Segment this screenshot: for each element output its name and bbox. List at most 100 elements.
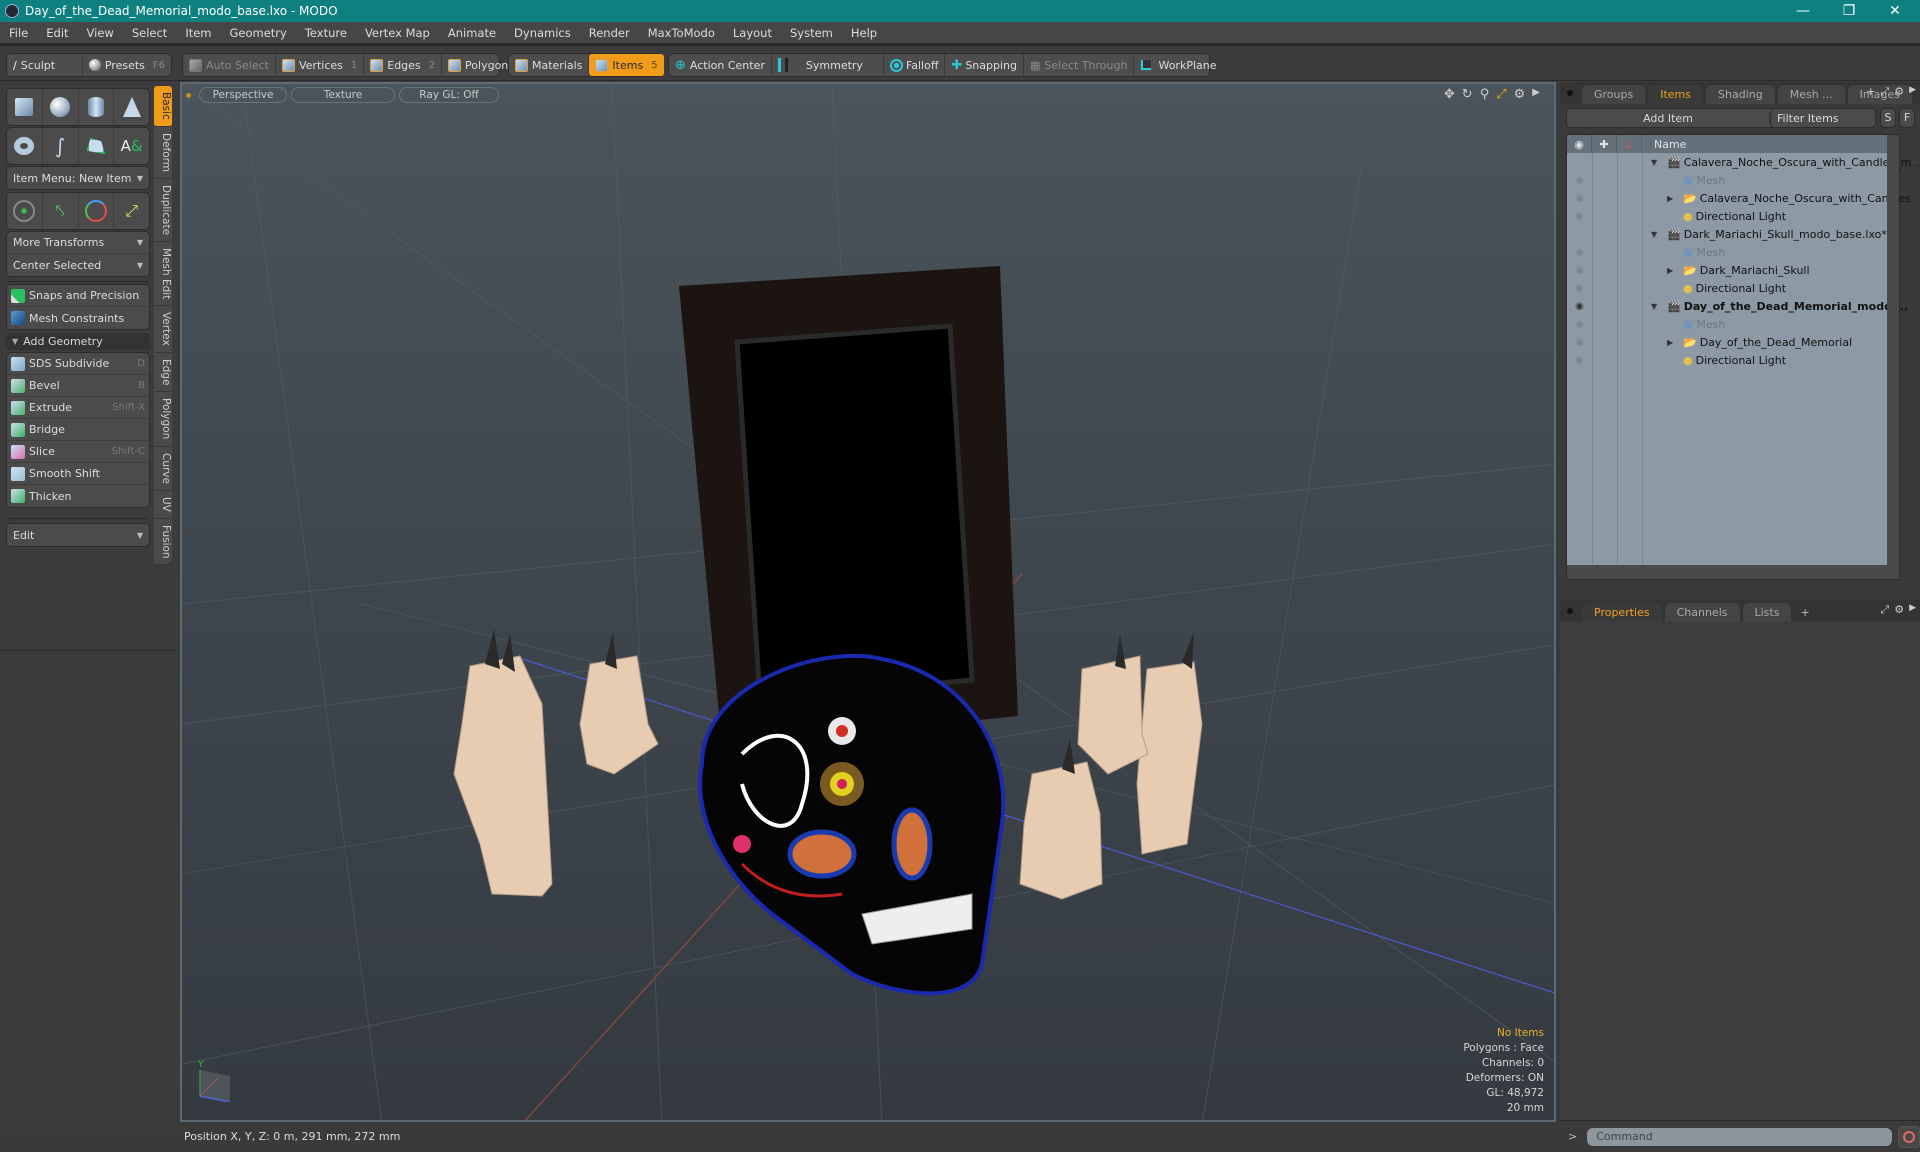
orbit-icon[interactable]: ↻ (1462, 87, 1473, 102)
item-row[interactable]: ◉ ● Directional Light (1567, 351, 1899, 369)
tab-channels[interactable]: Channels (1664, 603, 1740, 622)
pan-icon[interactable]: ✥ (1444, 87, 1455, 102)
more-transforms-dropdown[interactable]: More Transforms ▼ (7, 232, 149, 254)
item-row[interactable]: ▼ 🎬 Calavera_Noche_Oscura_with_Candles_m .… (1567, 153, 1920, 171)
visibility-eye-icon[interactable]: ◉ (1567, 193, 1592, 204)
edges-button[interactable]: Edges 2 (364, 54, 443, 76)
gear-icon[interactable]: ⚙ (1894, 85, 1904, 99)
menu-item[interactable]: Item (176, 26, 220, 40)
cylinder-tool[interactable] (79, 89, 115, 125)
visibility-eye-icon[interactable]: ◉ (1567, 211, 1592, 222)
item-row[interactable]: ▼ 🎬 Dark_Mariachi_Skull_modo_base.lxo* (1567, 225, 1899, 243)
menu-help[interactable]: Help (842, 26, 886, 40)
record-macro-button[interactable] (1898, 1125, 1920, 1148)
expand-triangle-icon[interactable]: ▶ (1667, 266, 1673, 275)
menu-maxtomodo[interactable]: MaxToModo (639, 26, 724, 40)
tab-shading[interactable]: Shading (1706, 85, 1775, 104)
expand-triangle-icon[interactable]: ▼ (1651, 158, 1657, 167)
auto-select-button[interactable]: Auto Select (183, 54, 276, 76)
play-arrow-icon[interactable]: ▶ (1532, 87, 1540, 102)
cube-tool[interactable] (7, 89, 43, 125)
menu-layout[interactable]: Layout (724, 26, 781, 40)
materials-button[interactable]: Materials (509, 54, 590, 76)
visibility-eye-icon[interactable]: ◉ (1567, 355, 1592, 366)
s-filter-button[interactable]: S (1880, 108, 1896, 128)
cone-tool[interactable] (114, 89, 149, 125)
scale-tool[interactable]: ⤢ (114, 193, 149, 229)
axis-column-icon[interactable]: ⊥ (1617, 135, 1642, 153)
tab-groups[interactable]: Groups (1582, 85, 1646, 104)
add-tab-icon[interactable]: + (1866, 85, 1875, 99)
edit-dropdown[interactable]: Edit ▼ (6, 523, 150, 547)
select-through-button[interactable]: ▦ Select Through (1024, 54, 1135, 76)
expand-icon[interactable]: ⤢ (1880, 85, 1889, 99)
sphere-tool[interactable] (43, 89, 79, 125)
vertices-button[interactable]: Vertices 1 (276, 54, 365, 76)
add-geometry-header[interactable]: ▼ Add Geometry (6, 333, 150, 350)
vtab-uv[interactable]: UV (154, 491, 172, 519)
expand-triangle-icon[interactable]: ▶ (1667, 338, 1673, 347)
menu-vertex-map[interactable]: Vertex Map (356, 26, 439, 40)
command-input[interactable]: Command (1587, 1127, 1893, 1146)
tool-slice[interactable]: Slice Shift-C (7, 441, 149, 463)
menu-edit[interactable]: Edit (37, 26, 77, 40)
play-arrow-icon[interactable]: ▶ (1909, 85, 1916, 99)
menu-view[interactable]: View (78, 26, 123, 40)
play-arrow-icon[interactable]: ▶ (1909, 603, 1916, 617)
shading-mode-button[interactable]: Texture (291, 87, 395, 103)
tab-mesh[interactable]: Mesh ... (1777, 85, 1845, 104)
items-tree-vscrollbar[interactable] (1887, 135, 1899, 579)
lock-column-icon[interactable]: ✚ (1592, 135, 1617, 153)
minimize-button[interactable]: — (1780, 0, 1826, 22)
item-row[interactable]: ◉ ● Directional Light (1567, 279, 1899, 297)
visibility-eye-icon[interactable]: ◉ (1567, 175, 1592, 186)
tool-bridge[interactable]: Bridge (7, 419, 149, 441)
vtab-vertex[interactable]: Vertex (154, 306, 172, 353)
f-filter-button[interactable]: F (1899, 108, 1915, 128)
tool-extrude[interactable]: Extrude Shift-X (7, 397, 149, 419)
add-tab-icon[interactable]: + (1794, 603, 1815, 622)
item-row[interactable]: ◉ ● Directional Light (1567, 207, 1899, 225)
visibility-eye-icon[interactable]: ◉ (1567, 265, 1592, 276)
tab-items[interactable]: Items (1648, 85, 1704, 104)
menu-geometry[interactable]: Geometry (221, 26, 296, 40)
item-row[interactable]: ◉ ▣ Mesh (1567, 243, 1899, 261)
add-item-dropdown[interactable]: Add Item ▼ (1566, 108, 1792, 128)
name-column-header[interactable]: Name (1642, 138, 1686, 151)
expand-triangle-icon[interactable]: ▼ (1651, 230, 1657, 239)
filter-items-input[interactable]: Filter Items (1770, 108, 1876, 128)
close-button[interactable]: ✕ (1872, 0, 1918, 22)
vtab-duplicate[interactable]: Duplicate (154, 179, 172, 242)
restore-button[interactable]: ❐ (1826, 0, 1872, 22)
workplane-button[interactable]: WorkPlane (1134, 54, 1222, 76)
center-selected-dropdown[interactable]: Center Selected ▼ (7, 254, 149, 276)
tool-sds-subdivide[interactable]: SDS Subdivide D (7, 353, 149, 375)
menu-render[interactable]: Render (580, 26, 639, 40)
pen-tool[interactable] (79, 128, 115, 164)
visibility-eye-icon[interactable]: ◉ (1567, 283, 1592, 294)
item-row[interactable]: ◉ ▼ 🎬 Day_of_the_Dead_Memorial_modo ... (1567, 297, 1908, 315)
menu-select[interactable]: Select (123, 26, 176, 40)
tab-lists[interactable]: Lists (1742, 603, 1792, 622)
view-type-button[interactable]: Perspective (199, 87, 287, 103)
raygl-button[interactable]: Ray GL: Off (399, 87, 499, 103)
vtab-fusion[interactable]: Fusion (154, 519, 172, 566)
capsule-tool[interactable]: ∫ (43, 128, 79, 164)
vtab-edge[interactable]: Edge (154, 353, 172, 393)
item-row[interactable]: ◉ ▣ Mesh (1567, 315, 1899, 333)
item-row[interactable]: ◉ ▶ 📂 Calavera_Noche_Oscura_with_Candles (1567, 189, 1911, 207)
items-tree-scrollbar[interactable] (1567, 565, 1899, 579)
visibility-eye-icon[interactable]: ◉ (1567, 337, 1592, 348)
tool-smooth-shift[interactable]: Smooth Shift (7, 463, 149, 485)
tool-thicken[interactable]: Thicken (7, 485, 149, 507)
sculpt-button[interactable]: ∕ Sculpt (7, 54, 83, 76)
text-tool[interactable]: A& (114, 128, 149, 164)
vtab-curve[interactable]: Curve (154, 447, 172, 491)
rotate-tool[interactable] (79, 193, 115, 229)
item-row[interactable]: ◉ ▶ 📂 Day_of_the_Dead_Memorial (1567, 333, 1899, 351)
item-row[interactable]: ◉ ▶ 📂 Dark_Mariachi_Skull (1567, 261, 1899, 279)
menu-file[interactable]: File (0, 26, 37, 40)
visibility-eye-icon[interactable]: ◉ (1567, 301, 1592, 312)
menu-texture[interactable]: Texture (296, 26, 356, 40)
3d-viewport[interactable]: Perspective Texture Ray GL: Off ✥ ↻ ⚲ ⤢ … (180, 82, 1556, 1122)
